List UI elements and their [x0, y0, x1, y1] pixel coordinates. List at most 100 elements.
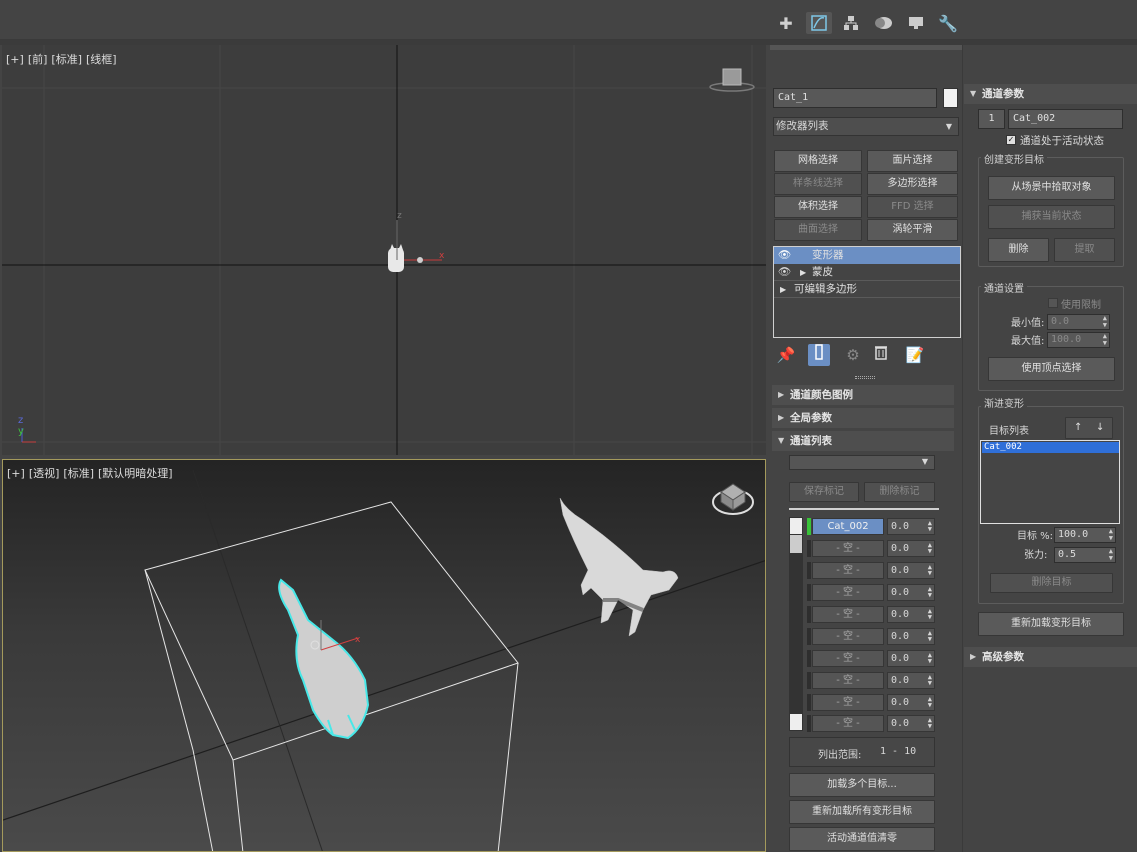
move-down-arrow-icon[interactable]: ↓	[1096, 418, 1104, 438]
viewport-view-menu[interactable]: [透视]	[29, 467, 60, 480]
display-icon[interactable]	[903, 12, 929, 34]
create-icon[interactable]: ✚	[773, 12, 799, 34]
load-multiple-targets-button[interactable]: 加载多个目标...	[789, 773, 935, 797]
reload-all-targets-button[interactable]: 重新加载所有变形目标	[789, 800, 935, 824]
panel-resize-handle[interactable]	[855, 376, 875, 379]
perspective-viewport-label[interactable]: [+] [透视] [标准] [默认明暗处理]	[7, 465, 177, 481]
channel-button[interactable]: - 空 -	[812, 606, 884, 623]
vol-select-button[interactable]: 体积选择	[774, 196, 862, 218]
delete-marker-button[interactable]: 删除标记	[864, 482, 935, 502]
stack-item-editable-poly[interactable]: ▶ 可编辑多边形	[774, 281, 960, 298]
channel-value-spinner[interactable]: 0.0 ▲ ▼	[887, 540, 935, 557]
use-limits-checkbox[interactable]	[1048, 298, 1058, 308]
spinner-arrows-icon[interactable]: ▲ ▼	[928, 717, 932, 730]
channel-button[interactable]: - 空 -	[812, 672, 884, 689]
channel-value-spinner[interactable]: 0.0 ▲ ▼	[887, 694, 935, 711]
extract-button[interactable]: 提取	[1054, 238, 1115, 262]
channel-button[interactable]: - 空 -	[812, 650, 884, 667]
channel-button[interactable]: - 空 -	[812, 584, 884, 601]
spinner-arrows-icon[interactable]: ▲ ▼	[928, 652, 932, 665]
poly-select-button[interactable]: 多边形选择	[867, 173, 958, 195]
spinner-arrows-icon[interactable]: ▲ ▼	[928, 674, 932, 687]
spinner-arrows-icon[interactable]: ▲ ▼	[1103, 333, 1107, 347]
viewport-shading-menu[interactable]: [标准]	[51, 53, 82, 66]
scrollbar-top-button[interactable]	[790, 518, 802, 534]
patch-select-button[interactable]: 面片选择	[867, 150, 958, 172]
modify-icon[interactable]	[806, 12, 832, 34]
target-pct-spinner[interactable]: 100.0 ▲ ▼	[1054, 527, 1116, 543]
spline-select-button[interactable]: 样条线选择	[774, 173, 862, 195]
channel-value-spinner[interactable]: 0.0 ▲ ▼	[887, 606, 935, 623]
viewport-plus-menu[interactable]: [+]	[6, 53, 24, 66]
delete-button[interactable]: 删除	[988, 238, 1049, 262]
target-list-item[interactable]: Cat_002	[982, 442, 1119, 453]
pick-from-scene-button[interactable]: 从场景中拾取对象	[988, 176, 1115, 200]
delete-target-button[interactable]: 删除目标	[990, 573, 1113, 593]
stack-item-morpher[interactable]: 👁 变形器	[774, 247, 960, 264]
channel-button[interactable]: Cat_002	[812, 518, 884, 535]
min-value-spinner[interactable]: 0.0 ▲ ▼	[1047, 314, 1110, 330]
channel-button[interactable]: - 空 -	[812, 715, 884, 732]
configure-sets-icon[interactable]: 📝	[904, 344, 926, 366]
channel-value-spinner[interactable]: 0.0 ▲ ▼	[887, 584, 935, 601]
target-list[interactable]: Cat_002	[980, 440, 1120, 524]
surface-select-button[interactable]: 曲面选择	[774, 219, 862, 241]
viewport-display-menu[interactable]: [线框]	[86, 53, 117, 66]
channel-value-spinner[interactable]: 0.0 ▲ ▼	[887, 672, 935, 689]
spinner-arrows-icon[interactable]: ▲ ▼	[928, 520, 932, 533]
turbosmooth-button[interactable]: 涡轮平滑	[867, 219, 958, 241]
marker-dropdown[interactable]: ▼	[789, 455, 935, 470]
channel-value-spinner[interactable]: 0.0 ▲ ▼	[887, 628, 935, 645]
spinner-arrows-icon[interactable]: ▲ ▼	[928, 586, 932, 599]
channel-value-spinner[interactable]: 0.0 ▲ ▼	[887, 518, 935, 535]
reload-morph-target-button[interactable]: 重新加载变形目标	[978, 612, 1124, 636]
section-channel-list[interactable]: ▼ 通道列表	[772, 431, 954, 451]
hierarchy-icon[interactable]	[838, 12, 864, 34]
channel-button[interactable]: - 空 -	[812, 628, 884, 645]
section-channel-color-legend[interactable]: ▶ 通道颜色图例	[772, 385, 954, 405]
eye-icon[interactable]: 👁	[778, 264, 791, 281]
pin-stack-icon[interactable]: 📌	[775, 344, 797, 366]
section-global-params[interactable]: ▶ 全局参数	[772, 408, 954, 428]
object-name-field[interactable]: Cat_1	[773, 88, 937, 108]
spinner-arrows-icon[interactable]: ▲ ▼	[928, 696, 932, 709]
show-end-result-icon[interactable]	[808, 344, 830, 366]
modifier-list-dropdown[interactable]: 修改器列表 ▼	[773, 117, 959, 136]
capture-state-button[interactable]: 捕获当前状态	[988, 205, 1115, 229]
channel-number-field[interactable]: 1	[978, 109, 1005, 129]
channel-button[interactable]: - 空 -	[812, 694, 884, 711]
use-vertex-selection-button[interactable]: 使用顶点选择	[988, 357, 1115, 381]
trash-icon[interactable]	[870, 344, 892, 366]
spinner-arrows-icon[interactable]: ▲ ▼	[1109, 528, 1113, 542]
spinner-arrows-icon[interactable]: ▲ ▼	[928, 608, 932, 621]
cat-selected-model[interactable]	[278, 578, 370, 740]
move-up-arrow-icon[interactable]: ↑	[1074, 418, 1082, 438]
spinner-arrows-icon[interactable]: ▲ ▼	[1109, 548, 1113, 562]
make-unique-icon[interactable]: ⚙	[842, 344, 864, 366]
ffd-select-button[interactable]: FFD 选择	[867, 196, 958, 218]
stack-item-skin[interactable]: 👁 ▶ 蒙皮	[774, 264, 960, 281]
mesh-select-button[interactable]: 网格选择	[774, 150, 862, 172]
section-channel-params[interactable]: ▼ 通道参数	[964, 84, 1137, 104]
expand-arrow-icon[interactable]: ▶	[780, 281, 786, 298]
utilities-icon[interactable]: 🔧	[935, 12, 961, 34]
spinner-arrows-icon[interactable]: ▲ ▼	[1103, 315, 1107, 329]
viewport-plus-menu[interactable]: [+]	[7, 467, 25, 480]
scrollbar-bottom-button[interactable]	[790, 714, 802, 730]
channel-scrollbar[interactable]	[789, 517, 803, 731]
spinner-arrows-icon[interactable]: ▲ ▼	[928, 542, 932, 555]
channel-button[interactable]: - 空 -	[812, 562, 884, 579]
object-color-swatch[interactable]	[943, 88, 958, 108]
channel-value-spinner[interactable]: 0.0 ▲ ▼	[887, 650, 935, 667]
viewport-display-menu[interactable]: [默认明暗处理]	[98, 467, 173, 480]
spinner-arrows-icon[interactable]: ▲ ▼	[928, 564, 932, 577]
channel-name-field[interactable]: Cat_002	[1008, 109, 1123, 129]
perspective-viewport[interactable]: x [+] [透视] [标准] [默认明暗处理]	[2, 459, 766, 852]
channel-value-spinner[interactable]: 0.0 ▲ ▼	[887, 562, 935, 579]
eye-icon[interactable]: 👁	[778, 247, 791, 264]
perspective-viewcube-icon[interactable]	[712, 483, 754, 515]
max-value-spinner[interactable]: 100.0 ▲ ▼	[1047, 332, 1110, 348]
motion-icon[interactable]	[870, 12, 896, 34]
zero-active-channels-button[interactable]: 活动通道值清零	[789, 827, 935, 851]
scrollbar-thumb[interactable]	[790, 535, 802, 553]
